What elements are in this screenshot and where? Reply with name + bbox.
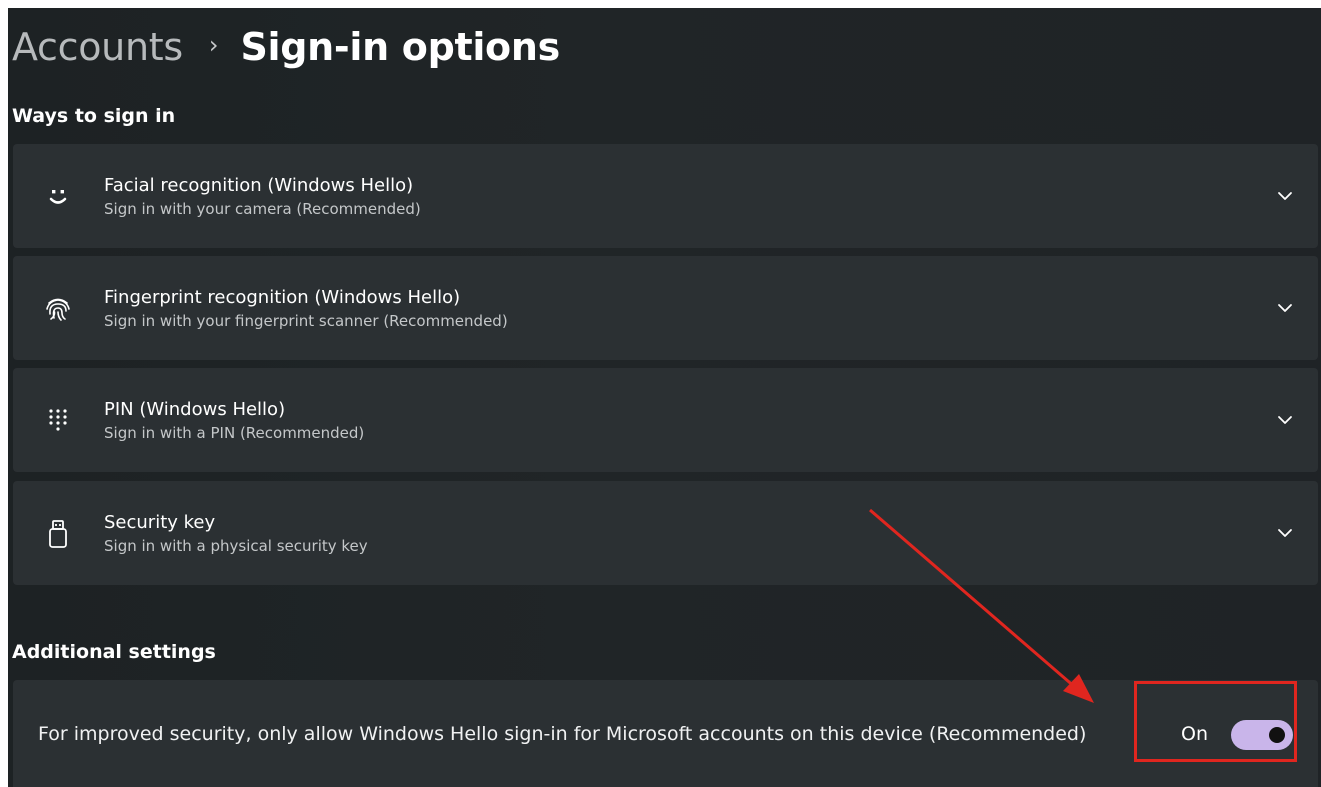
pin-option[interactable]: PIN (Windows Hello) Sign in with a PIN (… [13, 368, 1318, 472]
chevron-down-icon[interactable] [1270, 181, 1300, 211]
fingerprint-recognition-description: Sign in with your fingerprint scanner (R… [104, 312, 508, 330]
security-key-title: Security key [104, 512, 216, 533]
facial-recognition-option[interactable]: Facial recognition (Windows Hello) Sign … [13, 144, 1318, 248]
windows-hello-only-setting: For improved security, only allow Window… [13, 680, 1318, 787]
windows-hello-only-label: For improved security, only allow Window… [38, 723, 1087, 745]
pin-keypad-icon [41, 404, 75, 438]
ways-to-sign-in-heading: Ways to sign in [12, 105, 176, 127]
chevron-down-icon[interactable] [1270, 518, 1300, 548]
security-key-option[interactable]: Security key Sign in with a physical sec… [13, 481, 1318, 585]
fingerprint-recognition-title: Fingerprint recognition (Windows Hello) [104, 287, 461, 308]
annotation-highlight-box [1134, 681, 1297, 762]
settings-window: Accounts › Sign-in options Ways to sign … [8, 8, 1321, 787]
breadcrumb: Accounts › Sign-in options [12, 21, 560, 73]
additional-settings-heading: Additional settings [12, 641, 216, 663]
page-title: Sign-in options [240, 25, 560, 69]
breadcrumb-chevron-icon: › [208, 31, 219, 59]
pin-title: PIN (Windows Hello) [104, 399, 286, 420]
chevron-down-icon[interactable] [1270, 405, 1300, 435]
usb-key-icon [41, 517, 75, 551]
fingerprint-recognition-option[interactable]: Fingerprint recognition (Windows Hello) … [13, 256, 1318, 360]
pin-description: Sign in with a PIN (Recommended) [104, 424, 365, 442]
breadcrumb-accounts[interactable]: Accounts [12, 25, 183, 69]
facial-recognition-title: Facial recognition (Windows Hello) [104, 175, 414, 196]
security-key-description: Sign in with a physical security key [104, 537, 368, 555]
face-icon [41, 180, 75, 214]
chevron-down-icon[interactable] [1270, 293, 1300, 323]
fingerprint-icon [41, 292, 75, 326]
facial-recognition-description: Sign in with your camera (Recommended) [104, 200, 421, 218]
